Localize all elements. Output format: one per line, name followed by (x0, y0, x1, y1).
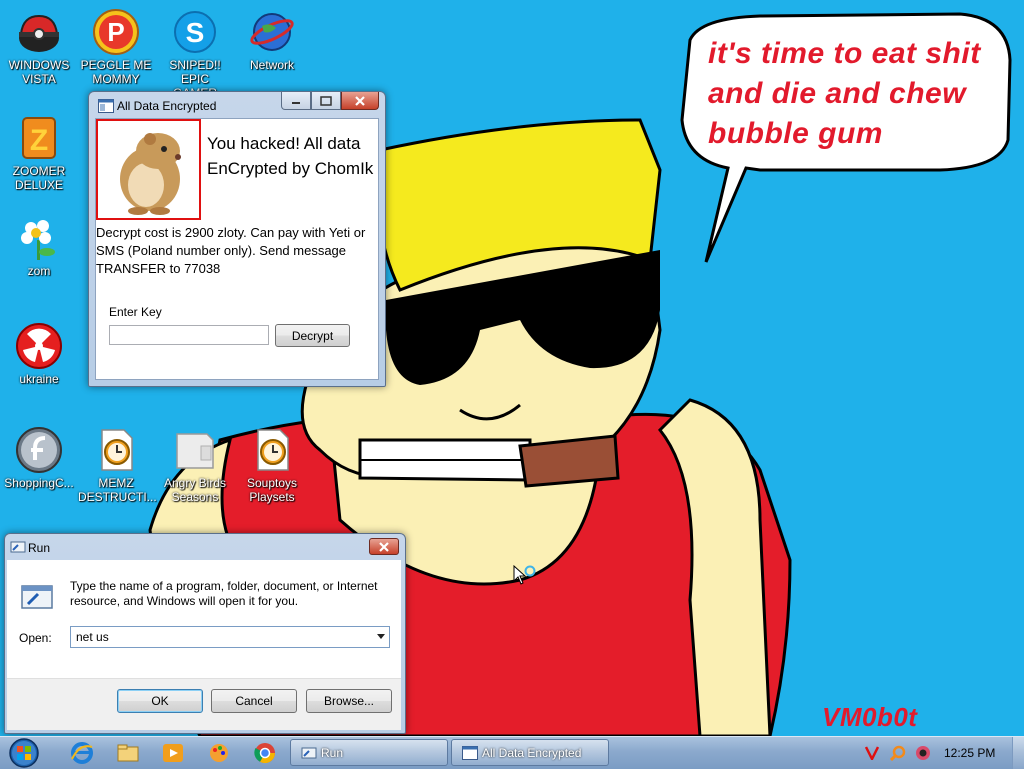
browse-button[interactable]: Browse... (306, 689, 392, 713)
svg-text:P: P (107, 17, 124, 47)
chrome-icon[interactable] (253, 741, 277, 765)
svg-text:S: S (186, 17, 205, 48)
desktop-icon-angry-birds[interactable]: Angry Birds Seasons (157, 426, 233, 504)
taskbar-item-label: Run (321, 746, 344, 760)
open-label: Open: (19, 631, 52, 645)
network-globe-icon (250, 13, 294, 51)
desktop-icon-zoomer[interactable]: Z ZOOMER DELUXE (1, 114, 77, 192)
clock-file-icon (257, 429, 289, 471)
open-input-value[interactable]: net us (76, 630, 109, 644)
desktop-icon-label: PEGGLE ME MOMMY (80, 58, 152, 86)
window-icon (462, 746, 478, 760)
taskbar-item-label: All Data Encrypted (482, 746, 582, 760)
desktop-icon-label: ZOOMER DELUXE (12, 164, 66, 192)
taskbar: Run All Data Encrypted 12:25 PM (0, 736, 1024, 769)
flash-icon (16, 427, 62, 473)
magnifier-orange-icon[interactable] (890, 745, 906, 761)
key-input[interactable] (109, 325, 269, 345)
desktop-icon-network[interactable]: Network (234, 8, 310, 72)
run-description: Type the name of a program, folder, docu… (70, 579, 378, 608)
ransom-window-titlebar[interactable]: All Data Encrypted (89, 92, 385, 120)
v-red-icon[interactable] (865, 746, 879, 760)
run-icon (10, 541, 26, 553)
vm-watermark: VM0b0t (822, 702, 918, 732)
run-dialog: Run Type the name of a program, folder, … (4, 533, 406, 734)
desktop: it's time to eat shit and die and chew b… (0, 0, 1024, 736)
restore-icon (320, 95, 332, 106)
desktop-icon-ukraine[interactable]: ukraine (1, 322, 77, 386)
desktop-icon-label: Souptoys Playsets (246, 476, 298, 504)
blank-file-icon (176, 433, 214, 469)
desktop-icon-peggle[interactable]: P PEGGLE ME MOMMY (78, 8, 154, 86)
ok-button[interactable]: OK (117, 689, 203, 713)
ransom-headline-line2: EnCrypted by ChomIk (207, 159, 374, 178)
media-player-icon[interactable] (161, 741, 185, 765)
desktop-icon-souptoys[interactable]: Souptoys Playsets (234, 426, 310, 504)
speech-line-2: and die and chew (708, 77, 967, 110)
taskbar-item-all-data-encrypted[interactable]: All Data Encrypted (451, 739, 609, 766)
close-icon (355, 95, 365, 106)
speech-line-1: it's time to eat shit (708, 37, 981, 70)
run-dialog-title: Run (28, 541, 51, 555)
peggle-icon: P (93, 9, 139, 55)
decrypt-button[interactable]: Decrypt (275, 324, 350, 347)
desktop-icon-label: WINDOWS VISTA (8, 58, 70, 86)
enter-key-label: Enter Key (109, 305, 162, 319)
desktop-icon-windows-vista[interactable]: WINDOWS VISTA (1, 8, 77, 86)
skype-icon: S (174, 11, 216, 53)
webcam-icon[interactable] (915, 745, 931, 761)
flower-icon (21, 220, 55, 260)
desktop-icon-memz[interactable]: MEMZ DESTRUCTI... (78, 426, 157, 504)
ransom-window-client: You hacked! All data EnCrypted by ChomIk… (95, 118, 379, 380)
show-desktop-button[interactable] (1012, 737, 1024, 769)
desktop-icon-label: Angry Birds Seasons (163, 476, 227, 504)
cancel-button[interactable]: Cancel (211, 689, 297, 713)
desktop-icon-zom[interactable]: zom (1, 214, 77, 278)
desktop-icon-label: ukraine (19, 372, 59, 386)
explorer-folder-icon[interactable] (116, 741, 140, 765)
close-button[interactable] (369, 538, 399, 555)
radiation-icon (16, 323, 62, 369)
desktop-icon-label: Network (249, 58, 294, 72)
close-button[interactable] (341, 92, 379, 110)
paint-palette-icon[interactable] (207, 741, 231, 765)
minimize-icon (292, 101, 300, 104)
pokeball-icon (19, 14, 59, 52)
start-button[interactable] (4, 737, 44, 769)
desktop-icon-shopping[interactable]: ShoppingC... (1, 426, 77, 490)
desktop-icon-label: zom (27, 264, 51, 278)
desktop-icon-label: ShoppingC... (4, 476, 74, 490)
ransom-message: Decrypt cost is 2900 zloty. Can pay with… (96, 225, 366, 276)
window-icon (98, 99, 114, 113)
close-icon (379, 541, 389, 552)
taskbar-clock[interactable]: 12:25 PM (944, 746, 995, 760)
desktop-icon-label: MEMZ DESTRUCTI... (78, 476, 157, 504)
taskbar-item-run[interactable]: Run (290, 739, 448, 766)
run-program-icon (21, 585, 53, 609)
mouse-cursor-icon (513, 565, 536, 585)
hamster-icon (120, 133, 181, 215)
ransom-headline: You hacked! All data EnCrypted by ChomIk (207, 131, 382, 181)
maximize-button[interactable] (311, 92, 341, 110)
speech-bubble-text: it's time to eat shit and die and chew b… (708, 34, 1008, 154)
run-dialog-client: Type the name of a program, folder, docu… (7, 560, 401, 730)
zuma-icon: Z (22, 117, 56, 159)
svg-text:Z: Z (30, 124, 48, 157)
ransom-window: All Data Encrypted You hacked! All data … (88, 91, 386, 387)
run-icon (301, 747, 317, 759)
open-combobox[interactable]: net us (70, 626, 390, 648)
ransom-headline-line1: You hacked! All data (207, 134, 361, 153)
clock-file-icon (101, 429, 133, 471)
minimize-button[interactable] (281, 92, 311, 110)
chevron-down-icon[interactable] (377, 634, 385, 640)
run-dialog-titlebar[interactable]: Run (5, 534, 405, 562)
speech-line-3: bubble gum (708, 117, 883, 150)
ransom-window-title: All Data Encrypted (117, 99, 217, 113)
hamster-image (96, 119, 201, 220)
internet-explorer-icon[interactable] (70, 741, 94, 765)
